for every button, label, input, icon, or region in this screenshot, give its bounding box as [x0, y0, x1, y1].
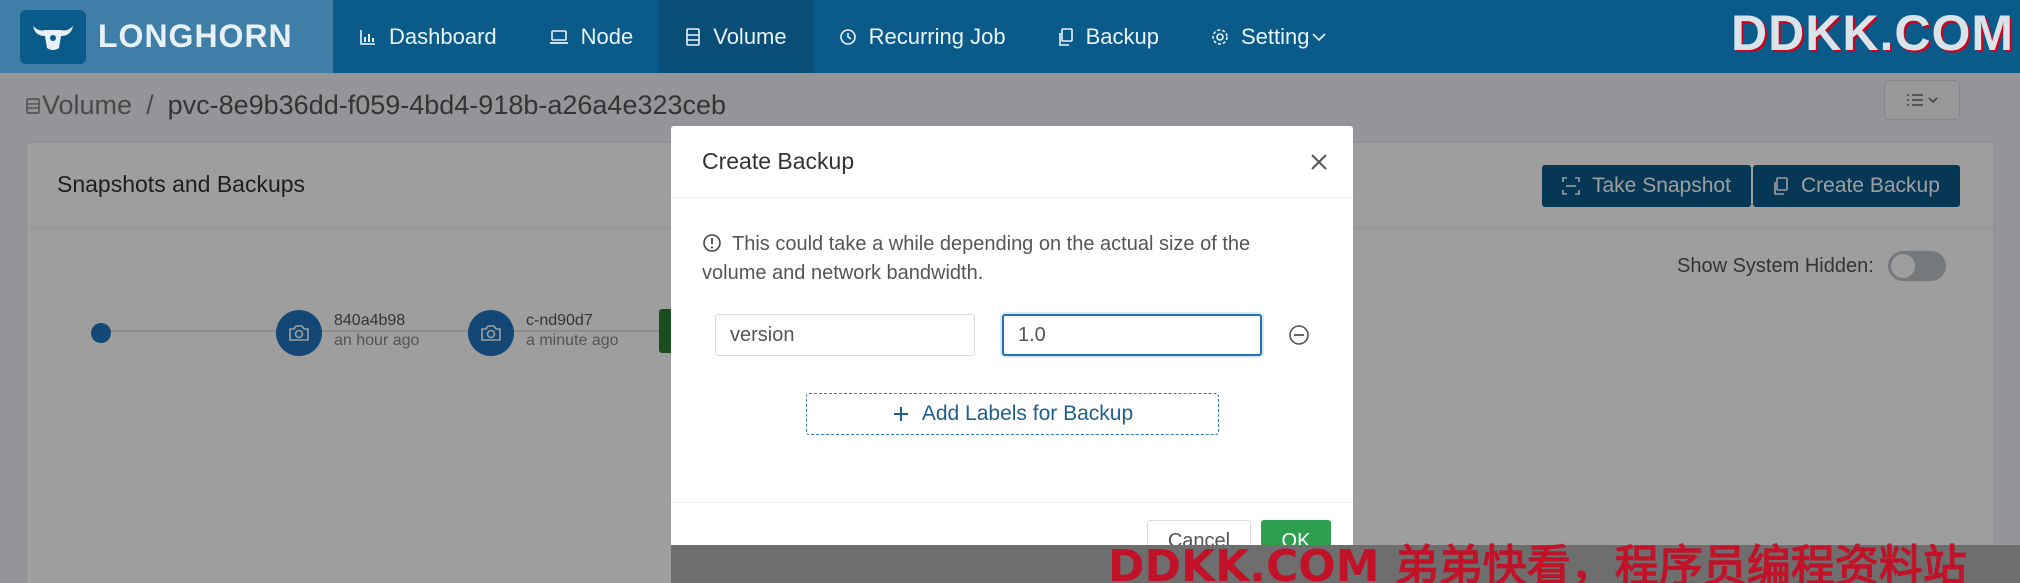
laptop-icon	[549, 29, 568, 44]
create-backup-modal: Create Backup This could take a while de…	[671, 126, 1353, 576]
modal-footer-divider	[671, 502, 1353, 503]
watermark-top: DDKK.COM	[1731, 5, 2014, 61]
modal-header: Create Backup	[671, 126, 1353, 198]
nav-setting-label: Setting	[1240, 23, 1310, 49]
nav-recurring-job-label: Recurring Job	[868, 23, 1006, 49]
nav-volume[interactable]: Volume	[659, 0, 813, 73]
nav-setting[interactable]: Setting	[1185, 0, 1354, 73]
main-nav: Dashboard Node Volume Recurring Job Back…	[333, 0, 1353, 73]
close-icon[interactable]	[1307, 150, 1331, 174]
brand-name: LONGHORN	[98, 18, 293, 54]
modal-title: Create Backup	[702, 148, 855, 174]
add-labels-button[interactable]: Add Labels for Backup	[806, 393, 1219, 435]
modal-info-text: This could take a while depending on the…	[702, 233, 1251, 284]
gear-icon	[1212, 28, 1228, 45]
nav-node-label: Node	[580, 23, 634, 49]
minus-circle-icon[interactable]	[1287, 323, 1311, 347]
nav-recurring-job[interactable]: Recurring Job	[813, 0, 1032, 73]
add-labels-label: Add Labels for Backup	[921, 402, 1134, 425]
bar-chart-icon	[360, 29, 375, 45]
label-value-input[interactable]	[1002, 314, 1262, 356]
volume-icon	[686, 27, 701, 46]
nav-dashboard[interactable]: Dashboard	[333, 0, 523, 73]
watermark-bottom: DDKK.COM 弟弟快看，程序员编程资料站	[1108, 541, 1967, 583]
label-key-input[interactable]	[715, 314, 975, 356]
brand[interactable]: LONGHORN	[0, 0, 333, 73]
nav-backup[interactable]: Backup	[1032, 0, 1185, 73]
info-circle-icon	[703, 234, 721, 252]
plus-icon	[893, 407, 908, 421]
chevron-down-icon	[1312, 32, 1327, 41]
longhorn-logo-icon	[20, 9, 86, 64]
nav-backup-label: Backup	[1085, 23, 1159, 49]
nav-volume-label: Volume	[713, 23, 787, 49]
clock-icon	[839, 28, 856, 45]
nav-node[interactable]: Node	[523, 0, 660, 73]
top-nav-bar: LONGHORN Dashboard Node Volume Recurring…	[0, 0, 2020, 73]
nav-dashboard-label: Dashboard	[389, 23, 497, 49]
copy-icon	[1058, 27, 1073, 46]
modal-info: This could take a while depending on the…	[702, 230, 1302, 288]
